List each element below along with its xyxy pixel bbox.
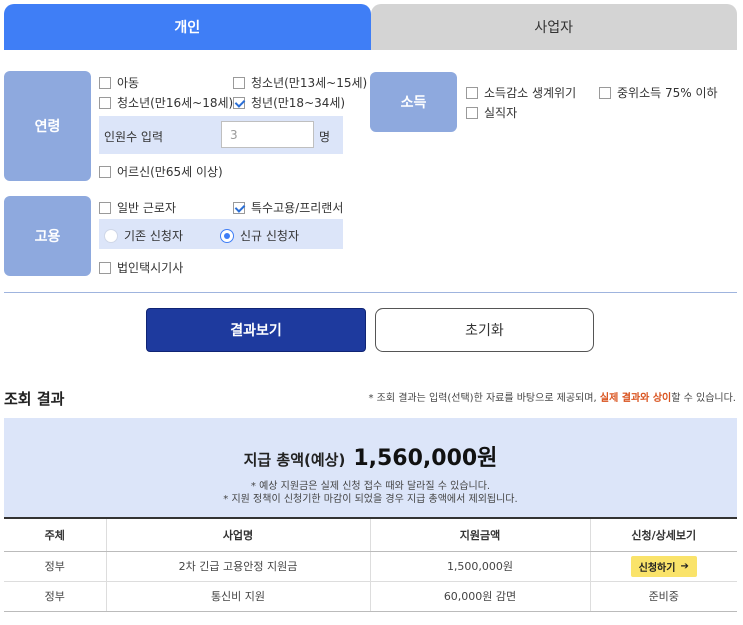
reset-button[interactable]: 초기화 bbox=[375, 308, 594, 352]
cell-program: 2차 긴급 고용안정 지원금 bbox=[105, 551, 370, 582]
apply-button[interactable]: 신청하기 ➔ bbox=[630, 555, 697, 577]
checkbox-label: 청소년(만16세~18세) bbox=[117, 96, 234, 110]
checkbox-icon bbox=[99, 76, 111, 89]
notice-text: * 조회 결과는 입력(선택)한 자료를 바탕으로 제공되며, bbox=[368, 393, 600, 404]
cell-amount: 1,500,000원 bbox=[369, 551, 590, 582]
table-header-row: 주체 사업명 지원금액 신청/상세보기 bbox=[4, 517, 737, 552]
tab-bar: 개인 사업자 bbox=[4, 4, 737, 50]
column-header: 지원금액 bbox=[369, 517, 590, 552]
category-age: 연령 bbox=[4, 71, 91, 181]
table-row: 정부 2차 긴급 고용안정 지원금 1,500,000원 신청하기 ➔ bbox=[4, 551, 737, 582]
section-divider bbox=[4, 292, 737, 293]
notice-highlight: 실제 결과와 상이 bbox=[599, 393, 672, 404]
cell-status: 준비중 bbox=[589, 581, 737, 612]
checkbox-income-decrease[interactable]: 소득감소 생계위기 bbox=[466, 84, 576, 101]
headcount-unit: 명 bbox=[319, 130, 331, 144]
view-results-button[interactable]: 결과보기 bbox=[146, 308, 366, 352]
tab-individual[interactable]: 개인 bbox=[4, 4, 371, 50]
checkbox-label: 아동 bbox=[117, 76, 140, 90]
results-table: 주체 사업명 지원금액 신청/상세보기 정부 2차 긴급 고용안정 지원금 1,… bbox=[4, 517, 737, 612]
column-header: 주체 bbox=[4, 517, 106, 552]
check-icon bbox=[233, 201, 245, 214]
apply-button-label: 신청하기 bbox=[638, 562, 676, 574]
checkbox-label: 특수고용/프리랜서 bbox=[251, 201, 344, 215]
headcount-label: 인원수 입력 bbox=[104, 130, 164, 144]
total-label: 지급 총액(예상) bbox=[243, 451, 346, 469]
checkbox-freelancer[interactable]: 특수고용/프리랜서 bbox=[233, 199, 343, 216]
column-header: 사업명 bbox=[105, 517, 370, 552]
checkbox-label: 어르신(만65세 이상) bbox=[117, 165, 223, 179]
checkbox-taxi-driver[interactable]: 법인택시기사 bbox=[99, 259, 183, 276]
category-income: 소득 bbox=[370, 72, 457, 132]
notice-text-end: 할 수 있습니다. bbox=[671, 393, 736, 404]
checkbox-child[interactable]: 아동 bbox=[99, 74, 139, 91]
cell-amount: 60,000원 감면 bbox=[369, 581, 590, 612]
checkbox-label: 실직자 bbox=[484, 106, 518, 120]
checkbox-icon bbox=[466, 86, 478, 99]
radio-new-applicant[interactable]: 신규 신청자 bbox=[220, 227, 299, 244]
total-line: 지급 총액(예상) 1,560,000원 bbox=[4, 440, 737, 472]
checkbox-young-adult[interactable]: 청년(만18~34세) bbox=[233, 94, 345, 111]
total-amount: 1,560,000원 bbox=[353, 446, 498, 471]
radio-label: 기존 신청자 bbox=[124, 229, 184, 243]
cell-subject: 정부 bbox=[4, 551, 106, 582]
category-employment: 고용 bbox=[4, 196, 91, 276]
checkbox-youth-16-18[interactable]: 청소년(만16세~18세) bbox=[99, 94, 233, 111]
results-title: 조회 결과 bbox=[4, 390, 65, 408]
checkbox-icon bbox=[599, 86, 611, 99]
results-notice: * 조회 결과는 입력(선택)한 자료를 바탕으로 제공되며, 실제 결과와 상… bbox=[368, 389, 736, 404]
checkbox-label: 법인택시기사 bbox=[117, 261, 184, 275]
summary-note-2: * 지원 정책이 신청기한 마감이 되었을 경우 지급 총액에서 제외됩니다. bbox=[223, 494, 518, 505]
checkbox-icon bbox=[99, 96, 111, 109]
radio-label: 신규 신청자 bbox=[240, 229, 300, 243]
checkbox-label: 일반 근로자 bbox=[117, 201, 177, 215]
check-icon bbox=[233, 96, 245, 109]
radio-icon bbox=[104, 228, 118, 243]
checkbox-label: 중위소득 75% 이하 bbox=[617, 86, 718, 100]
column-header: 신청/상세보기 bbox=[589, 517, 737, 552]
checkbox-senior[interactable]: 어르신(만65세 이상) bbox=[99, 163, 223, 180]
checkbox-icon bbox=[99, 165, 111, 178]
checkbox-youth-13-15[interactable]: 청소년(만13세~15세) bbox=[233, 74, 367, 91]
table-row: 정부 통신비 지원 60,000원 감면 준비중 bbox=[4, 581, 737, 612]
checkbox-unemployed[interactable]: 실직자 bbox=[466, 104, 517, 121]
checkbox-icon bbox=[466, 106, 478, 119]
checkbox-label: 청소년(만13세~15세) bbox=[251, 76, 368, 90]
checkbox-general-worker[interactable]: 일반 근로자 bbox=[99, 199, 176, 216]
radio-existing-applicant[interactable]: 기존 신청자 bbox=[104, 227, 183, 244]
cell-subject: 정부 bbox=[4, 581, 106, 612]
cell-program: 통신비 지원 bbox=[105, 581, 370, 612]
checkbox-median-income[interactable]: 중위소득 75% 이하 bbox=[599, 84, 718, 101]
cell-action: 신청하기 ➔ bbox=[589, 551, 737, 582]
checkbox-label: 청년(만18~34세) bbox=[251, 96, 346, 110]
radio-selected-icon bbox=[220, 228, 234, 243]
checkbox-icon bbox=[99, 261, 111, 274]
tab-business[interactable]: 사업자 bbox=[370, 4, 737, 50]
checkbox-label: 소득감소 생계위기 bbox=[484, 86, 577, 100]
checkbox-icon bbox=[233, 76, 245, 89]
checkbox-icon bbox=[99, 201, 111, 214]
arrow-right-icon: ➔ bbox=[680, 560, 689, 572]
headcount-input[interactable] bbox=[221, 121, 314, 148]
summary-box: 지급 총액(예상) 1,560,000원 * 예상 지원금은 실제 신청 접수 … bbox=[4, 418, 737, 517]
